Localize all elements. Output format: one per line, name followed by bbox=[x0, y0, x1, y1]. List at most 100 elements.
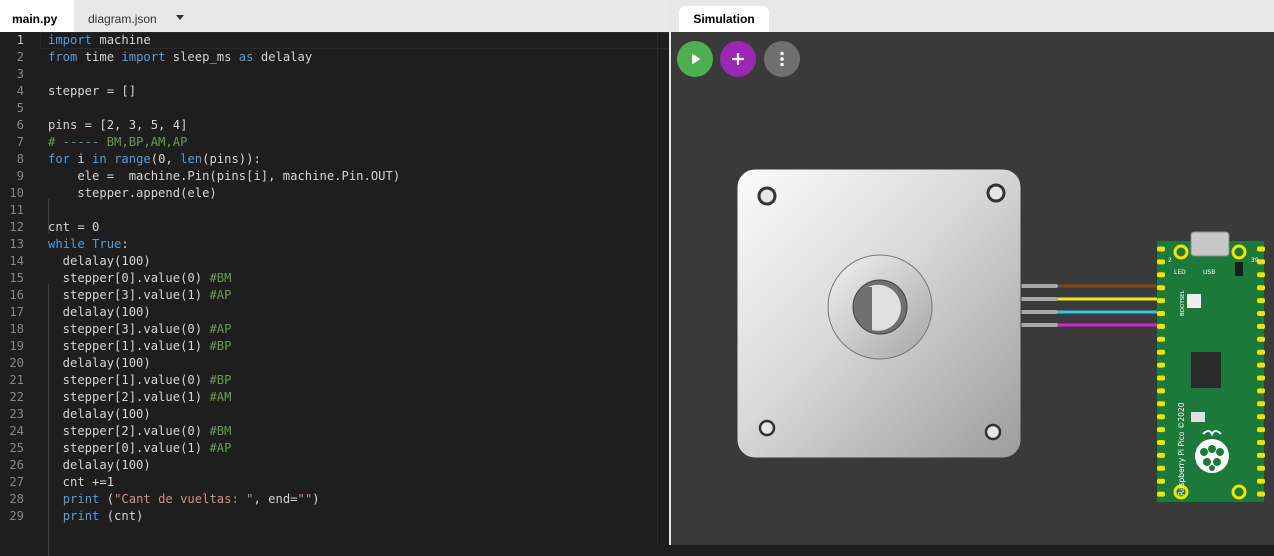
code-area[interactable]: 1 import machine 2 from time import sleep_m… bbox=[0, 32, 671, 556]
pico-pin[interactable] bbox=[1157, 388, 1165, 394]
pico-pin[interactable] bbox=[1257, 414, 1265, 420]
pico-pin[interactable] bbox=[1157, 246, 1165, 252]
pico-pin[interactable] bbox=[1157, 285, 1165, 291]
code-token: ele = machine.Pin(pins[i], machine.Pin.O… bbox=[48, 169, 401, 183]
code-line[interactable]: 27 cnt +=1 bbox=[0, 474, 669, 491]
code-token: as bbox=[238, 50, 254, 64]
pico-pin[interactable] bbox=[1157, 362, 1165, 368]
line-text: stepper[1].value(1) #BP bbox=[48, 338, 232, 355]
code-line[interactable]: 3 bbox=[0, 66, 669, 83]
code-line[interactable]: 13 while True: bbox=[0, 236, 669, 253]
pico-pin[interactable] bbox=[1257, 285, 1265, 291]
code-token: (pins)): bbox=[202, 152, 261, 166]
code-line[interactable]: 20 delalay(100) bbox=[0, 355, 669, 372]
line-number: 26 bbox=[9, 458, 24, 472]
pico-pin[interactable] bbox=[1257, 491, 1265, 497]
pico-pin[interactable] bbox=[1257, 323, 1265, 329]
line-number: 29 bbox=[9, 509, 24, 523]
pico-pin[interactable] bbox=[1257, 440, 1265, 445]
line-text: print ("Cant de vueltas: ", end="") bbox=[48, 491, 320, 508]
code-line[interactable]: 6 pins = [2, 3, 5, 4] bbox=[0, 117, 669, 134]
code-line[interactable]: 10 stepper.append(ele) bbox=[0, 185, 669, 202]
raspberry-pi-pico[interactable]: LED USB 2 39 BOOTSEL Raspberry Pi Pico ©… bbox=[1157, 231, 1265, 502]
pico-pin[interactable] bbox=[1157, 465, 1165, 471]
code-token: delalay bbox=[253, 50, 313, 64]
pico-pin[interactable] bbox=[1157, 323, 1165, 329]
line-number: 20 bbox=[9, 356, 24, 370]
code-line[interactable]: 19 stepper[1].value(1) #BP bbox=[0, 338, 669, 355]
code-token: #AM bbox=[209, 390, 232, 404]
line-number: 8 bbox=[16, 152, 24, 166]
pico-pin[interactable] bbox=[1257, 478, 1265, 484]
pico-pin[interactable] bbox=[1157, 427, 1165, 433]
pico-pin[interactable] bbox=[1157, 259, 1165, 265]
pico-pin[interactable] bbox=[1257, 452, 1265, 458]
pico-pin[interactable] bbox=[1257, 246, 1265, 252]
pico-pin[interactable] bbox=[1157, 375, 1165, 381]
code-line[interactable]: 12 cnt = 0 bbox=[0, 219, 669, 236]
pico-pin[interactable] bbox=[1157, 478, 1165, 484]
pico-pin[interactable] bbox=[1157, 401, 1165, 407]
code-line[interactable]: 8 for i in range(0, len(pins)): bbox=[0, 151, 669, 168]
code-line[interactable]: 4 stepper = [] bbox=[0, 83, 669, 100]
pico-pin[interactable] bbox=[1257, 298, 1265, 304]
code-line[interactable]: 5 bbox=[0, 100, 669, 117]
code-line[interactable]: 11 bbox=[0, 202, 669, 219]
code-line[interactable]: 16 stepper[3].value(1) #AP bbox=[0, 287, 669, 304]
pico-pin[interactable] bbox=[1157, 440, 1165, 445]
code-line[interactable]: 29 print (cnt) bbox=[0, 508, 669, 525]
code-line[interactable]: 26 delalay(100) bbox=[0, 457, 669, 474]
pico-pin[interactable] bbox=[1157, 491, 1165, 497]
code-line[interactable]: 21 stepper[1].value(0) #BP bbox=[0, 372, 669, 389]
pico-pin[interactable] bbox=[1157, 272, 1165, 278]
tab-diagram-json[interactable]: diagram.json bbox=[76, 0, 176, 32]
code-line[interactable]: 9 ele = machine.Pin(pins[i], machine.Pin… bbox=[0, 168, 669, 185]
line-number: 14 bbox=[9, 254, 24, 268]
pico-pin[interactable] bbox=[1157, 298, 1165, 304]
tab-main-py[interactable]: main.py bbox=[0, 0, 74, 32]
code-line[interactable]: 18 stepper[3].value(0) #AP bbox=[0, 321, 669, 338]
pico-pin[interactable] bbox=[1257, 311, 1265, 316]
pico-pin[interactable] bbox=[1257, 401, 1265, 407]
rp2040-chip bbox=[1191, 352, 1221, 388]
code-line[interactable]: 2 from time import sleep_ms as delalay bbox=[0, 49, 669, 66]
pico-pin[interactable] bbox=[1257, 336, 1265, 342]
pico-pin[interactable] bbox=[1157, 336, 1165, 342]
pico-pin[interactable] bbox=[1157, 414, 1165, 420]
flash-chip bbox=[1235, 262, 1243, 276]
code-line[interactable]: 24 stepper[2].value(0) #BM bbox=[0, 423, 669, 440]
code-token: #BM bbox=[209, 424, 232, 438]
stepper-motor[interactable] bbox=[736, 168, 1022, 459]
code-line[interactable]: 7 # ----- BM,BP,AM,AP bbox=[0, 134, 669, 151]
code-line[interactable]: 25 stepper[0].value(1) #AP bbox=[0, 440, 669, 457]
pico-pin[interactable] bbox=[1257, 375, 1265, 381]
line-text: delalay(100) bbox=[48, 253, 151, 270]
line-number: 22 bbox=[9, 390, 24, 404]
pico-pin[interactable] bbox=[1257, 349, 1265, 355]
code-line[interactable]: 14 delalay(100) bbox=[0, 253, 669, 270]
tab-menu-button[interactable] bbox=[172, 0, 192, 32]
code-token: ) bbox=[312, 492, 320, 506]
code-line[interactable]: 1 import machine bbox=[0, 32, 669, 49]
code-line[interactable]: 22 stepper[2].value(1) #AM bbox=[0, 389, 669, 406]
line-text: cnt = 0 bbox=[48, 219, 99, 236]
code-token: cnt = 0 bbox=[48, 220, 100, 234]
pico-pin[interactable] bbox=[1257, 427, 1265, 433]
code-line[interactable]: 15 stepper[0].value(0) #BM bbox=[0, 270, 669, 287]
code-line[interactable]: 23 delalay(100) bbox=[0, 406, 669, 423]
code-token: pins = [2, 3, 5, 4] bbox=[48, 118, 188, 132]
pico-pin[interactable] bbox=[1157, 311, 1165, 316]
pico-pin[interactable] bbox=[1157, 349, 1165, 355]
bootsel-button[interactable] bbox=[1187, 294, 1201, 308]
code-token: import bbox=[48, 33, 93, 47]
code-token: : bbox=[121, 237, 129, 251]
pico-pin[interactable] bbox=[1257, 465, 1265, 471]
pico-pin[interactable] bbox=[1257, 388, 1265, 394]
code-line[interactable]: 28 print ("Cant de vueltas: ", end="") bbox=[0, 491, 669, 508]
pico-pin[interactable] bbox=[1257, 362, 1265, 368]
pico-pin[interactable] bbox=[1257, 272, 1265, 278]
code-line[interactable]: 17 delalay(100) bbox=[0, 304, 669, 321]
code-token: for bbox=[48, 152, 71, 166]
pico-pin[interactable] bbox=[1157, 452, 1165, 458]
code-token: from bbox=[48, 50, 78, 64]
